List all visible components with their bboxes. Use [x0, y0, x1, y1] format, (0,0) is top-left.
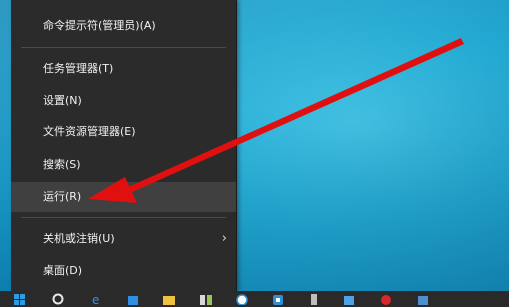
app-icon[interactable]	[417, 293, 429, 305]
menu-item-settings[interactable]: 设置(N)	[11, 86, 236, 116]
winx-context-menu: 命令提示符(管理员)(A) 任务管理器(T) 设置(N) 文件资源管理器(E) …	[11, 0, 237, 291]
menu-item-run[interactable]: 运行(R)	[11, 182, 236, 212]
menu-item-label: 文件资源管理器(E)	[43, 125, 136, 138]
windows-start-icon[interactable]	[14, 294, 25, 305]
store-icon[interactable]	[127, 293, 139, 305]
file-explorer-icon[interactable]	[163, 293, 175, 305]
app-icon[interactable]	[200, 293, 212, 305]
menu-item-label: 设置(N)	[43, 94, 82, 107]
menu-separator	[21, 217, 226, 218]
menu-item-shutdown-signout[interactable]: 关机或注销(U) ›	[11, 224, 236, 254]
menu-item-search[interactable]: 搜索(S)	[11, 150, 236, 180]
skype-icon[interactable]	[236, 293, 248, 305]
app-icon[interactable]	[343, 293, 355, 305]
menu-item-desktop[interactable]: 桌面(D)	[11, 256, 236, 286]
taskbar: e	[0, 291, 509, 307]
menu-item-label: 任务管理器(T)	[43, 62, 114, 75]
menu-item-label: 运行(R)	[43, 190, 82, 203]
menu-item-file-explorer[interactable]: 文件资源管理器(E)	[11, 117, 236, 147]
antivirus-icon[interactable]	[380, 293, 392, 305]
search-icon[interactable]	[52, 293, 64, 305]
menu-item-task-manager[interactable]: 任务管理器(T)	[11, 54, 236, 84]
menu-item-label: 搜索(S)	[43, 158, 81, 171]
app-icon[interactable]	[272, 293, 284, 305]
app-icon[interactable]	[308, 293, 320, 305]
menu-item-label: 桌面(D)	[43, 264, 83, 277]
menu-item-command-prompt-admin[interactable]: 命令提示符(管理员)(A)	[11, 11, 236, 41]
menu-item-label: 命令提示符(管理员)(A)	[43, 19, 156, 32]
edge-browser-icon[interactable]: e	[91, 293, 103, 305]
chevron-right-icon: ›	[221, 231, 227, 246]
menu-separator	[21, 47, 226, 48]
menu-item-label: 关机或注销(U)	[43, 232, 115, 245]
svg-text:e: e	[92, 293, 99, 305]
